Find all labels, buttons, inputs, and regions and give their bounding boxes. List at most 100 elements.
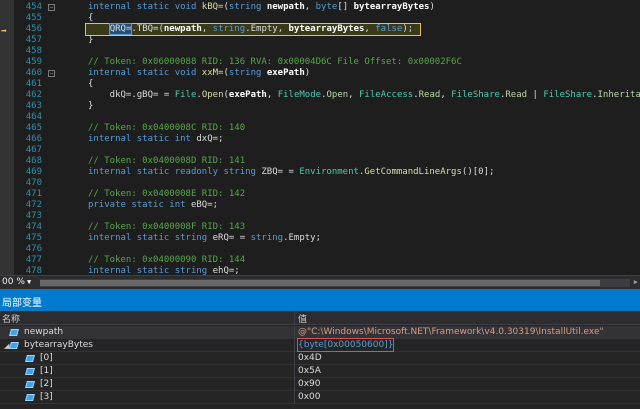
zoom-dropdown-icon[interactable]: ▼	[27, 278, 31, 286]
line-number: 464	[25, 112, 42, 122]
collapse-icon[interactable]: −	[48, 70, 55, 77]
code-line[interactable]: 472 private static int eBQ=;	[0, 200, 640, 211]
code-line[interactable]: 459 // Token: 0x06000088 RID: 136 RVA: 0x…	[0, 57, 640, 68]
code-line[interactable]: 461 {	[0, 79, 640, 90]
code-line[interactable]: 462 dkQ=.gBQ= = File.Open(exePath, FileM…	[0, 90, 640, 101]
code-token: newpath	[163, 24, 202, 34]
code-token: false	[375, 24, 403, 34]
expand-arrow-icon[interactable]: ◢	[4, 340, 9, 352]
variable-value[interactable]: {byte[0x00050600]}	[296, 338, 395, 352]
code-line[interactable]: 474 // Token: 0x0400008F RID: 143	[0, 222, 640, 233]
code-line[interactable]: 463}	[0, 101, 640, 112]
code-line[interactable]: 455 {	[0, 13, 640, 24]
variable-value[interactable]: 0x90	[298, 378, 321, 390]
variable-value[interactable]: @"C:\Windows\Microsoft.NET\Framework\v4.…	[298, 326, 604, 338]
locals-row[interactable]: [2] 0x90	[0, 378, 640, 391]
locals-row[interactable]: [3] 0x00	[0, 391, 640, 404]
code-text: // Token: 0x0400008C RID: 140	[88, 123, 245, 134]
code-token: bytearrayBytes	[288, 24, 365, 34]
code-token: );	[402, 24, 414, 34]
code-token: ,	[266, 90, 278, 100]
column-separator	[294, 352, 295, 365]
code-token: ehQ=;	[212, 266, 240, 275]
panel-title-bar: 局部变量	[0, 289, 640, 311]
line-number: 461	[25, 79, 42, 89]
zoom-level[interactable]: 00 %	[2, 277, 25, 287]
code-token: .Empty;	[283, 233, 322, 243]
scrollbar-thumb[interactable]	[40, 280, 600, 286]
variable-name: newpath	[24, 327, 64, 337]
code-line[interactable]: 465 // Token: 0x0400008C RID: 140	[0, 123, 640, 134]
line-number: 474	[25, 222, 42, 232]
line-number: 468	[25, 156, 42, 166]
line-number: 456	[25, 24, 42, 34]
line-number: 473	[25, 211, 42, 221]
code-line[interactable]: 457}	[0, 35, 640, 46]
code-line[interactable]: 471 // Token: 0x0400008E RID: 142	[0, 189, 640, 200]
code-token: Open	[201, 90, 224, 100]
column-name[interactable]: 名称	[2, 312, 20, 325]
code-token: {	[88, 13, 94, 23]
code-line[interactable]: 470	[0, 178, 640, 189]
code-line[interactable]: 468 // Token: 0x0400008D RID: 141	[0, 156, 640, 167]
code-line[interactable]: 476	[0, 244, 640, 255]
code-line[interactable]: 458	[0, 46, 640, 57]
code-token: ,	[364, 24, 376, 34]
code-token: Environment	[299, 167, 359, 177]
variable-value[interactable]: 0x4D	[298, 352, 322, 364]
code-token: )	[429, 2, 435, 12]
code-line[interactable]: 477 // Token: 0x04000090 RID: 144	[0, 255, 640, 266]
code-line[interactable]: 473	[0, 211, 640, 222]
code-line[interactable]: 475 internal static string eRQ= = string.…	[0, 233, 640, 244]
code-line[interactable]: 467	[0, 145, 640, 156]
code-line[interactable]: 456 QRQ=.TBQ=(newpath, string.Empty, byt…	[0, 23, 640, 36]
column-separator[interactable]	[294, 311, 295, 325]
code-text: QRQ=.TBQ=(newpath, string.Empty, bytearr…	[88, 23, 414, 35]
code-text: dkQ=.gBQ= = File.Open(exePath, FileMode.…	[88, 90, 640, 101]
variable-value[interactable]: 0x00	[298, 391, 321, 403]
locals-row[interactable]: newpath @"C:\Windows\Microsoft.NET\Framew…	[0, 326, 640, 339]
code-token: // Token: 0x0400008F RID: 143	[88, 222, 246, 232]
code-token: GetCommandLineArgs	[364, 167, 462, 177]
code-line[interactable]: 469 internal static readonly string ZBQ= …	[0, 167, 640, 178]
code-text: {	[88, 79, 93, 90]
locals-row[interactable]: [0] 0x4D	[0, 352, 640, 365]
code-text: // Token: 0x06000088 RID: 136 RVA: 0x000…	[88, 57, 462, 68]
code-line[interactable]: 478 internal static string ehQ=;	[0, 266, 640, 275]
code-token: eRQ= =	[212, 233, 251, 243]
code-token: string	[212, 24, 246, 34]
column-separator	[294, 326, 295, 339]
code-token: bytearrayBytes	[353, 2, 430, 12]
horizontal-scrollbar[interactable]	[40, 279, 630, 287]
code-token: string	[228, 68, 262, 78]
code-text: }	[88, 35, 93, 46]
line-number: 463	[25, 101, 42, 111]
code-token: Read	[505, 90, 528, 100]
collapse-icon[interactable]: −	[48, 4, 55, 11]
code-token: }	[88, 35, 94, 45]
code-token: internal static void	[88, 68, 202, 78]
locals-row[interactable]: ◢ bytearrayBytes {byte[0x00050600]}	[0, 338, 640, 352]
code-token: // Token: 0x0400008E RID: 142	[88, 189, 246, 199]
line-number: 469	[25, 167, 42, 177]
locals-panel: 局部变量 名称 值 newpath @"C:\Windows\Microsoft.…	[0, 289, 640, 409]
locals-row[interactable]: [1] 0x5A	[0, 365, 640, 378]
variable-name: [2]	[40, 379, 53, 389]
column-value[interactable]: 值	[298, 312, 307, 325]
code-token: .TBQ=(	[131, 24, 164, 34]
code-token: internal static int	[88, 134, 197, 144]
code-line[interactable]: 454− internal static void kBQ=(string new…	[0, 2, 640, 13]
code-editor[interactable]: ➡ 454− internal static void kBQ=(string n…	[0, 0, 640, 275]
code-token: byte	[315, 2, 338, 12]
variable-name: bytearrayBytes	[24, 340, 93, 350]
line-number: 460	[25, 68, 42, 78]
code-line[interactable]: 466 internal static int dxQ=;	[0, 134, 640, 145]
code-line[interactable]: 460− internal static void xxM=(string exe…	[0, 68, 640, 79]
code-token: xxM=	[201, 68, 224, 78]
variable-value[interactable]: 0x5A	[298, 365, 321, 377]
code-line[interactable]: 464	[0, 112, 640, 123]
scroll-right-icon[interactable]: ▶	[634, 278, 638, 286]
line-number: 455	[25, 13, 42, 23]
column-separator	[294, 378, 295, 391]
